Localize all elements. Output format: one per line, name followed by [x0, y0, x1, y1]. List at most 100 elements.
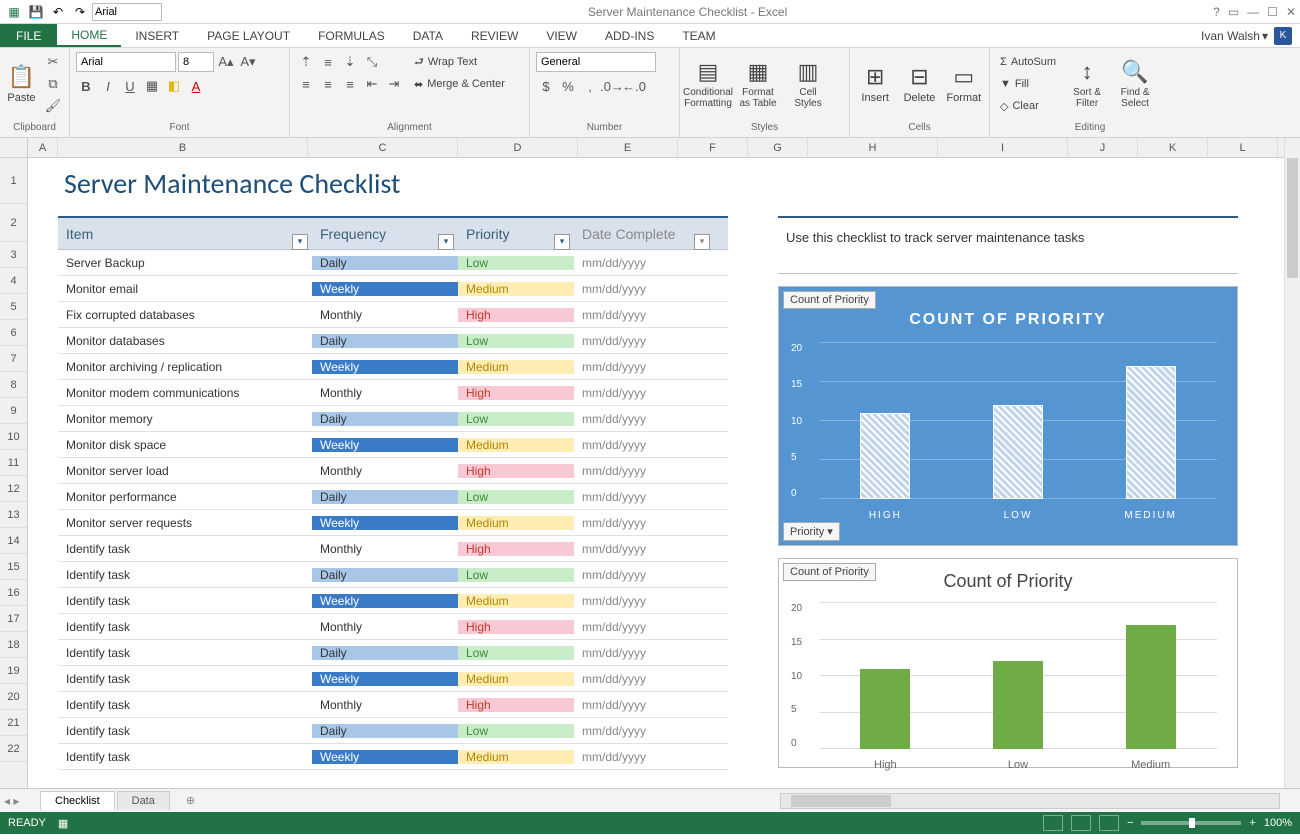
align-bottom-icon[interactable]: ⇣ [340, 52, 360, 72]
font-color-icon[interactable]: A [186, 76, 206, 96]
column-header[interactable]: D [458, 138, 578, 157]
indent-inc-icon[interactable]: ⇥ [384, 74, 404, 94]
page-layout-view-icon[interactable] [1071, 815, 1091, 831]
close-icon[interactable]: ✕ [1286, 5, 1296, 19]
conditional-formatting-button[interactable]: ▤Conditional Formatting [686, 52, 730, 116]
cell-date[interactable]: mm/dd/yyyy [574, 568, 714, 582]
indent-dec-icon[interactable]: ⇤ [362, 74, 382, 94]
cell-item[interactable]: Identify task [58, 672, 312, 686]
font-size-combo[interactable]: 8 [178, 52, 214, 72]
cell-frequency[interactable]: Monthly [312, 542, 458, 556]
tab-insert[interactable]: INSERT [121, 24, 193, 47]
align-left-icon[interactable]: ≡ [296, 74, 316, 94]
chart-priority-blue[interactable]: Count of Priority COUNT OF PRIORITY 0510… [778, 286, 1238, 546]
chart-bar[interactable] [993, 405, 1043, 499]
table-row[interactable]: Monitor disk spaceWeeklyMediummm/dd/yyyy [58, 432, 728, 458]
cell-date[interactable]: mm/dd/yyyy [574, 516, 714, 530]
cell-priority[interactable]: Low [458, 568, 574, 582]
table-row[interactable]: Identify taskWeeklyMediummm/dd/yyyy [58, 588, 728, 614]
cell-item[interactable]: Identify task [58, 724, 312, 738]
maximize-icon[interactable]: ☐ [1267, 5, 1278, 19]
worksheet[interactable]: 12345678910111213141516171819202122 Serv… [0, 158, 1300, 788]
table-row[interactable]: Identify taskDailyLowmm/dd/yyyy [58, 718, 728, 744]
chart-field-tag[interactable]: Count of Priority [783, 563, 876, 581]
cut-icon[interactable]: ✂ [43, 52, 63, 72]
cell-item[interactable]: Server Backup [58, 256, 312, 270]
cell-item[interactable]: Identify task [58, 568, 312, 582]
cell-date[interactable]: mm/dd/yyyy [574, 490, 714, 504]
cell-date[interactable]: mm/dd/yyyy [574, 750, 714, 764]
cell-priority[interactable]: Medium [458, 438, 574, 452]
cell-item[interactable]: Fix corrupted databases [58, 308, 312, 322]
cell-priority[interactable]: High [458, 620, 574, 634]
minimize-icon[interactable]: — [1247, 5, 1259, 19]
format-cells-button[interactable]: ▭Format [945, 52, 983, 116]
scrollbar-thumb[interactable] [791, 795, 891, 807]
column-header[interactable]: E [578, 138, 678, 157]
column-header[interactable]: B [58, 138, 308, 157]
cell-item[interactable]: Identify task [58, 698, 312, 712]
table-row[interactable]: Monitor server requestsWeeklyMediummm/dd… [58, 510, 728, 536]
column-header[interactable]: J [1068, 138, 1138, 157]
grow-font-icon[interactable]: A▴ [216, 52, 236, 72]
cell-priority[interactable]: Medium [458, 360, 574, 374]
paste-button[interactable]: 📋Paste [6, 52, 37, 116]
macro-icon[interactable]: ▦ [58, 817, 68, 830]
cell-item[interactable]: Monitor modem communications [58, 386, 312, 400]
fill-button[interactable]: ▼Fill [996, 74, 1060, 94]
cell-date[interactable]: mm/dd/yyyy [574, 438, 714, 452]
file-tab[interactable]: FILE [0, 24, 57, 47]
cell-item[interactable]: Monitor server requests [58, 516, 312, 530]
inc-decimal-icon[interactable]: .0→ [602, 76, 622, 96]
tab-review[interactable]: REVIEW [457, 24, 532, 47]
qat-font-combo[interactable] [92, 3, 162, 21]
column-header[interactable]: I [938, 138, 1068, 157]
zoom-slider[interactable] [1141, 821, 1241, 825]
chart-bar[interactable] [993, 661, 1043, 749]
chart-field-tag[interactable]: Count of Priority [783, 291, 876, 309]
cell-priority[interactable]: Low [458, 334, 574, 348]
cell-priority[interactable]: Low [458, 412, 574, 426]
save-icon[interactable]: 💾 [26, 2, 46, 22]
tab-data[interactable]: DATA [399, 24, 457, 47]
ribbon-options-icon[interactable]: ▭ [1228, 5, 1239, 19]
cell-frequency[interactable]: Weekly [312, 516, 458, 530]
cell-frequency[interactable]: Daily [312, 724, 458, 738]
cell-priority[interactable]: High [458, 308, 574, 322]
column-header[interactable]: H [808, 138, 938, 157]
chart-slicer[interactable]: Priority ▾ [783, 522, 840, 541]
horizontal-scrollbar[interactable] [780, 793, 1280, 809]
redo-icon[interactable]: ↷ [70, 2, 90, 22]
row-header[interactable]: 10 [0, 424, 27, 450]
row-header[interactable]: 19 [0, 658, 27, 684]
chart-priority-white[interactable]: Count of Priority Count of Priority 0510… [778, 558, 1238, 768]
table-row[interactable]: Identify taskMonthlyHighmm/dd/yyyy [58, 692, 728, 718]
delete-cells-button[interactable]: ⊟Delete [900, 52, 938, 116]
table-row[interactable]: Identify taskMonthlyHighmm/dd/yyyy [58, 536, 728, 562]
cell-priority[interactable]: Low [458, 724, 574, 738]
cell-priority[interactable]: Medium [458, 672, 574, 686]
cell-item[interactable]: Monitor databases [58, 334, 312, 348]
table-row[interactable]: Monitor modem communicationsMonthlyHighm… [58, 380, 728, 406]
table-row[interactable]: Monitor archiving / replicationWeeklyMed… [58, 354, 728, 380]
format-painter-icon[interactable]: 🖌 [43, 96, 63, 116]
number-format-combo[interactable]: General [536, 52, 656, 72]
cell-frequency[interactable]: Monthly [312, 386, 458, 400]
dec-decimal-icon[interactable]: ←.0 [624, 76, 644, 96]
fill-color-icon[interactable]: ◧ [164, 76, 184, 96]
cell-date[interactable]: mm/dd/yyyy [574, 412, 714, 426]
row-header[interactable]: 15 [0, 554, 27, 580]
align-middle-icon[interactable]: ≡ [318, 52, 338, 72]
select-all-corner[interactable] [0, 138, 28, 157]
filter-button[interactable]: ▾ [292, 234, 308, 250]
row-header[interactable]: 2 [0, 204, 27, 242]
row-header[interactable]: 13 [0, 502, 27, 528]
cell-item[interactable]: Monitor performance [58, 490, 312, 504]
row-header[interactable]: 3 [0, 242, 27, 268]
table-row[interactable]: Monitor performanceDailyLowmm/dd/yyyy [58, 484, 728, 510]
table-row[interactable]: Monitor emailWeeklyMediummm/dd/yyyy [58, 276, 728, 302]
accounting-icon[interactable]: $ [536, 76, 556, 96]
table-row[interactable]: Identify taskDailyLowmm/dd/yyyy [58, 562, 728, 588]
table-row[interactable]: Monitor server loadMonthlyHighmm/dd/yyyy [58, 458, 728, 484]
sort-filter-button[interactable]: ↕Sort & Filter [1066, 52, 1108, 116]
